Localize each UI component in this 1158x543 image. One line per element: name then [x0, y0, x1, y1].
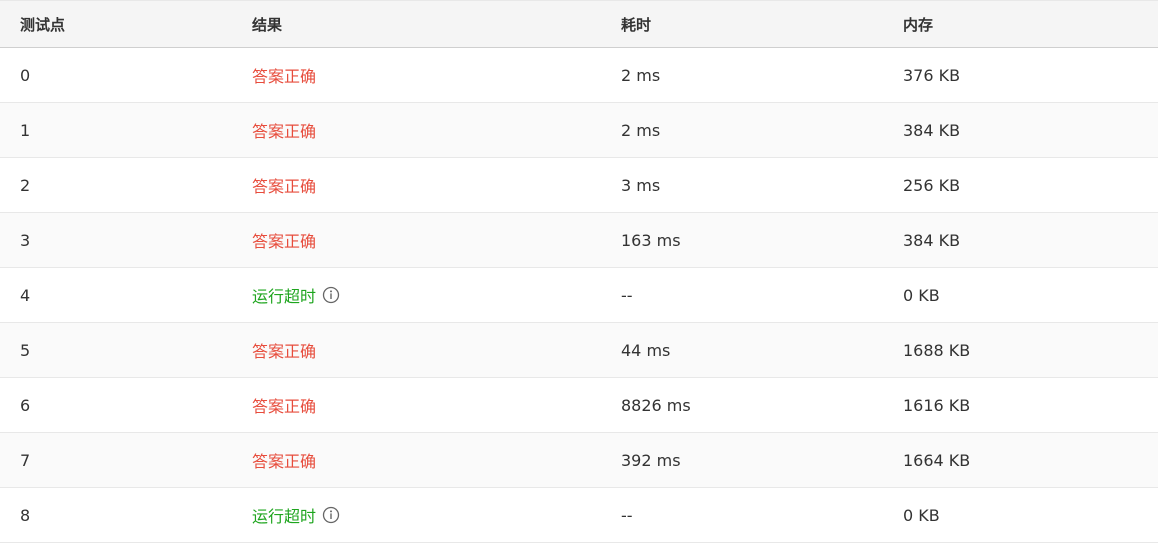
time-value: 8826 ms [621, 395, 691, 415]
case-number: 1 [20, 120, 31, 140]
case-number: 0 [20, 65, 31, 85]
time-value: 163 ms [621, 230, 681, 250]
table-row: 8 运行超时 -- 0 KB [0, 488, 1158, 543]
memory-value: 376 KB [903, 65, 961, 85]
case-number: 5 [20, 340, 31, 360]
memory-value: 1616 KB [903, 395, 971, 415]
result-status: 答案正确 [252, 122, 317, 141]
table-header: 测试点 结果 耗时 内存 [0, 1, 1158, 48]
time-value: -- [621, 505, 633, 525]
memory-value: 384 KB [903, 120, 961, 140]
result-status: 运行超时 [252, 287, 317, 306]
case-number: 2 [20, 175, 31, 195]
result-status: 运行超时 [252, 507, 317, 526]
table-row: 0 答案正确 2 ms 376 KB [0, 48, 1158, 103]
case-number: 8 [20, 505, 31, 525]
info-circle-icon[interactable] [322, 286, 340, 304]
result-status: 答案正确 [252, 342, 317, 361]
memory-value: 0 KB [903, 285, 940, 305]
case-number: 3 [20, 230, 31, 250]
table-row: 7 答案正确 392 ms 1664 KB [0, 433, 1158, 488]
memory-value: 256 KB [903, 175, 961, 195]
table-row: 3 答案正确 163 ms 384 KB [0, 213, 1158, 268]
info-circle-icon[interactable] [322, 506, 340, 524]
memory-value: 384 KB [903, 230, 961, 250]
results-table: 测试点 结果 耗时 内存 0 答案正确 2 ms 376 KB 1 答案正确 2… [0, 0, 1158, 543]
table-row: 6 答案正确 8826 ms 1616 KB [0, 378, 1158, 433]
time-value: 2 ms [621, 65, 661, 85]
table-row: 4 运行超时 -- 0 KB [0, 268, 1158, 323]
memory-value: 1688 KB [903, 340, 971, 360]
case-number: 7 [20, 450, 31, 470]
time-value: 3 ms [621, 175, 661, 195]
case-number: 4 [20, 285, 31, 305]
header-result: 结果 [252, 15, 283, 34]
header-memory: 内存 [903, 15, 934, 34]
case-number: 6 [20, 395, 31, 415]
table-row: 2 答案正确 3 ms 256 KB [0, 158, 1158, 213]
result-status: 答案正确 [252, 397, 317, 416]
table-row: 1 答案正确 2 ms 384 KB [0, 103, 1158, 158]
table-row: 5 答案正确 44 ms 1688 KB [0, 323, 1158, 378]
result-status: 答案正确 [252, 452, 317, 471]
memory-value: 1664 KB [903, 450, 971, 470]
memory-value: 0 KB [903, 505, 940, 525]
time-value: 44 ms [621, 340, 671, 360]
time-value: 2 ms [621, 120, 661, 140]
result-status: 答案正确 [252, 177, 317, 196]
result-status: 答案正确 [252, 232, 317, 251]
result-status: 答案正确 [252, 67, 317, 86]
header-case: 测试点 [20, 15, 66, 34]
time-value: -- [621, 285, 633, 305]
time-value: 392 ms [621, 450, 681, 470]
header-time: 耗时 [621, 15, 652, 34]
